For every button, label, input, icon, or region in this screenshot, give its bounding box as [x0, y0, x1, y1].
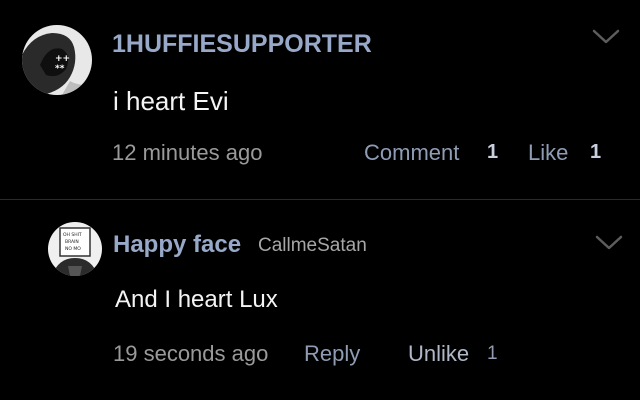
comment-count: 1	[487, 141, 499, 163]
svg-text:**: **	[55, 64, 65, 74]
chevron-down-icon[interactable]	[594, 234, 624, 252]
svg-text:BRAIN: BRAIN	[65, 239, 79, 245]
svg-text:++: ++	[55, 54, 70, 64]
comment-text: And I heart Lux	[115, 286, 278, 313]
svg-text:NO MO: NO MO	[65, 246, 81, 252]
reply-item: OH SHIT BRAIN NO MO Happy face CallmeSat…	[0, 200, 640, 400]
comment-item: ++ ** 1HUFFIESUPPORTER i heart Evi 12 mi…	[0, 0, 640, 199]
like-count: 1	[487, 343, 498, 364]
avatar[interactable]: OH SHIT BRAIN NO MO	[48, 222, 102, 276]
chevron-down-icon[interactable]	[591, 28, 621, 46]
comment-text: i heart Evi	[113, 86, 229, 116]
user-avatar-image: ++ **	[22, 25, 92, 95]
reply-button[interactable]: Reply	[304, 341, 360, 367]
svg-text:OH SHIT: OH SHIT	[63, 232, 82, 238]
timestamp: 19 seconds ago	[113, 341, 269, 366]
user-handle[interactable]: CallmeSatan	[258, 235, 367, 257]
username[interactable]: 1HUFFIESUPPORTER	[112, 30, 372, 59]
user-avatar-image: OH SHIT BRAIN NO MO	[48, 222, 102, 276]
comment-button[interactable]: Comment	[364, 140, 459, 166]
avatar[interactable]: ++ **	[22, 25, 92, 95]
like-button[interactable]: Like	[528, 140, 568, 166]
unlike-button[interactable]: Unlike	[408, 341, 469, 367]
username[interactable]: Happy face	[113, 231, 241, 259]
timestamp: 12 minutes ago	[112, 140, 263, 165]
like-count: 1	[590, 141, 602, 163]
